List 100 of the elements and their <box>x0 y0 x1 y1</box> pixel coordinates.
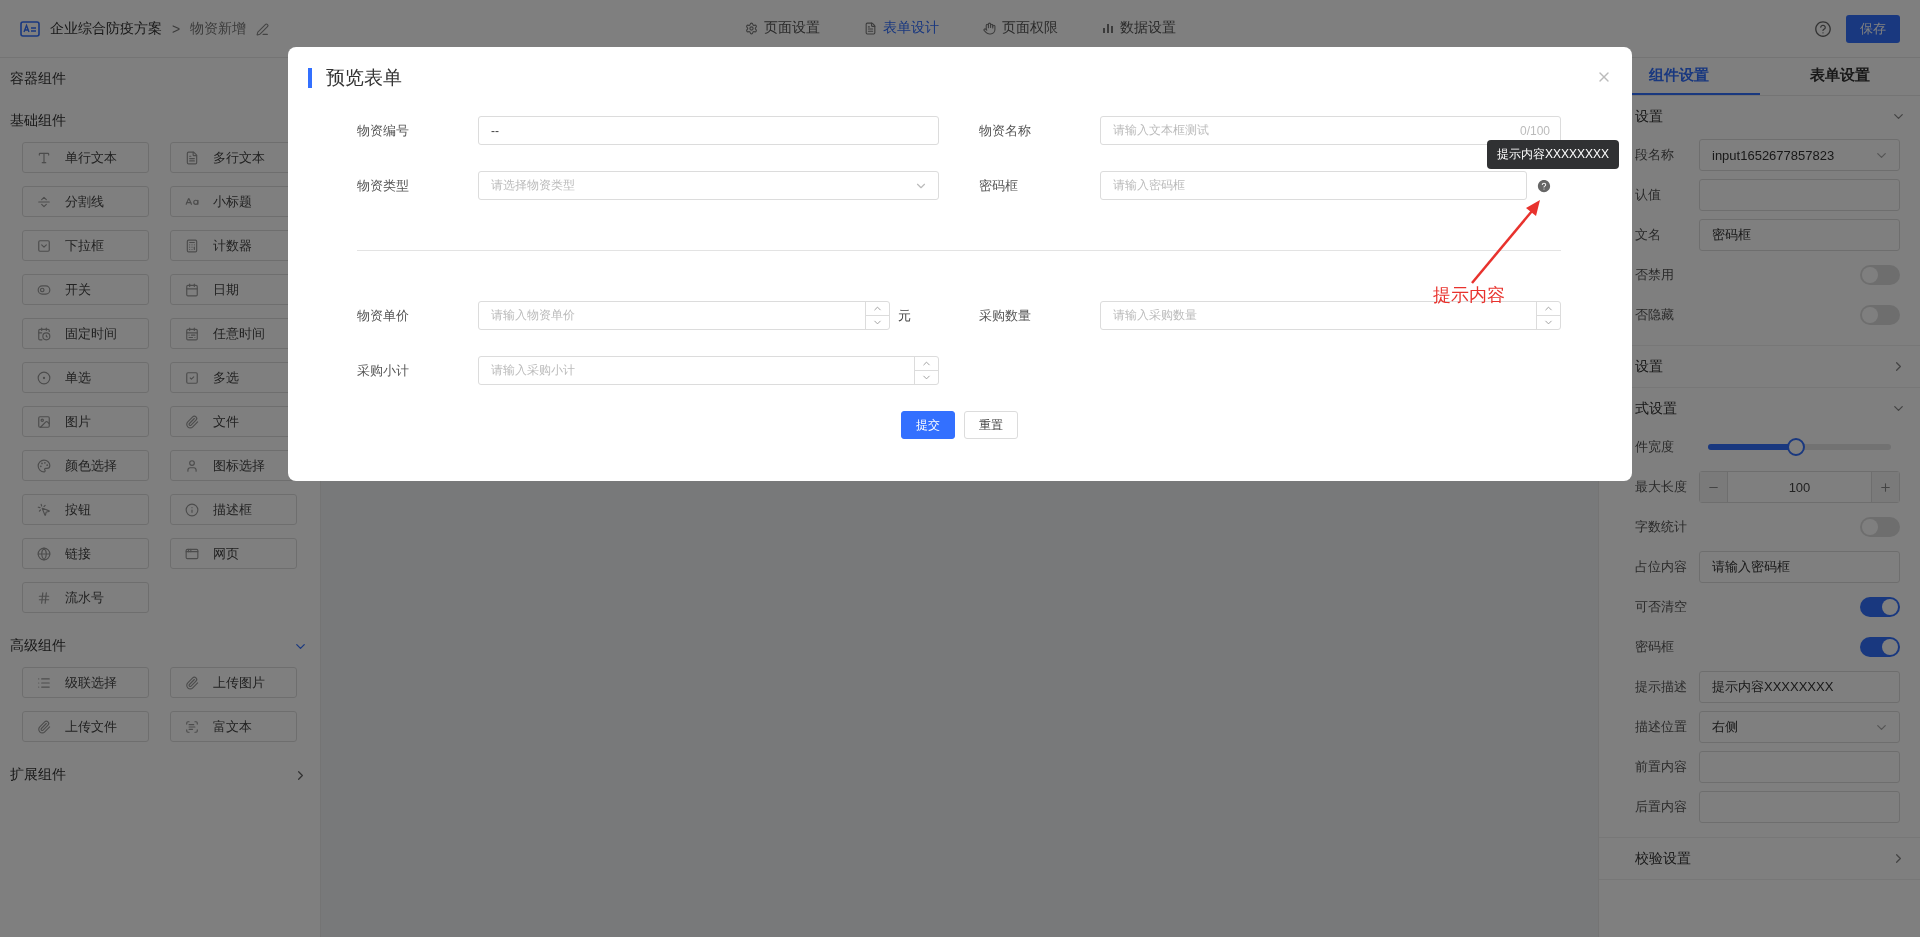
component-item[interactable]: 单行文本 <box>22 142 149 173</box>
panel-tab[interactable]: 表单设置 <box>1759 58 1920 95</box>
dialog-title: 预览表单 <box>326 66 402 90</box>
nav-tab[interactable]: 页面设置 <box>742 0 822 58</box>
input-field[interactable]: 提示内容XXXXXXXX <box>1699 671 1900 703</box>
hand-icon <box>982 21 996 35</box>
setting-label: 后置内容 <box>1634 798 1688 816</box>
list-icon <box>37 675 51 690</box>
image-icon <box>37 414 51 429</box>
window-icon <box>185 546 199 561</box>
settings-icon <box>744 21 758 35</box>
field-label: 物资单价 <box>357 306 410 325</box>
select-field[interactable]: 右侧 <box>1699 711 1900 743</box>
select-field[interactable]: input1652677857823 <box>1699 139 1900 171</box>
submit-button[interactable]: 提交 <box>900 411 955 439</box>
app-title: 企业综合防疫方案 <box>50 20 162 38</box>
setting-label: 前置内容 <box>1634 758 1688 776</box>
help-icon[interactable] <box>1814 20 1832 38</box>
dropdown-icon <box>37 238 51 253</box>
help-icon[interactable] <box>1537 178 1551 193</box>
setting-label: 密码框 <box>1634 638 1675 656</box>
input-field[interactable]: 密码框 <box>1699 219 1900 251</box>
section-title: 高级组件 <box>10 637 66 655</box>
unit-label: 元 <box>898 306 911 325</box>
bar-chart-icon <box>1101 22 1114 34</box>
app-logo-icon <box>20 21 40 37</box>
setting-label: 件宽度 <box>1634 438 1675 456</box>
page-title: 物资新增 <box>190 20 247 38</box>
setting-label: 可否清空 <box>1634 598 1688 616</box>
save-button[interactable]: 保存 <box>1846 15 1900 43</box>
field-label: 密码框 <box>979 176 1019 195</box>
component-item[interactable]: 描述框 <box>170 494 297 525</box>
setting-label: 最大长度 <box>1634 478 1688 496</box>
setting-label: 字数统计 <box>1634 518 1688 536</box>
component-item[interactable]: 分割线 <box>22 186 149 217</box>
component-item[interactable]: 上传图片 <box>170 667 297 698</box>
section-title: 设置 <box>1635 107 1663 126</box>
component-item[interactable]: 按钮 <box>22 494 149 525</box>
component-item[interactable]: 下拉框 <box>22 230 149 261</box>
section-title: 扩展组件 <box>10 766 66 784</box>
slider-thumb[interactable] <box>1786 438 1805 456</box>
field-label: 物资名称 <box>979 121 1032 140</box>
document-icon <box>863 21 877 35</box>
component-item[interactable]: 链接 <box>22 538 149 569</box>
component-item[interactable]: 级联选择 <box>22 667 149 698</box>
component-item[interactable]: 上传文件 <box>22 711 149 742</box>
info-icon <box>185 502 199 517</box>
setting-label: 文名 <box>1634 226 1662 244</box>
number-icon <box>37 590 51 605</box>
field-label: 采购数量 <box>979 306 1032 325</box>
reset-button[interactable]: 重置 <box>963 411 1018 439</box>
text-scan-icon <box>185 719 199 734</box>
paperclip-icon <box>185 675 199 690</box>
person-icon <box>185 458 199 473</box>
input-field[interactable]: 请输入密码框 <box>1699 551 1900 583</box>
calendar-icon <box>37 326 51 341</box>
toggle-switch[interactable] <box>1860 597 1900 617</box>
component-item[interactable]: 固定时间 <box>22 318 149 349</box>
nav-tab[interactable]: 数据设置 <box>1099 0 1178 58</box>
nav-tab[interactable]: 页面权限 <box>980 0 1060 58</box>
toggle-icon <box>37 282 51 297</box>
section-title: 校验设置 <box>1635 849 1691 868</box>
section-title: 设置 <box>1635 357 1663 376</box>
text-icon <box>37 150 51 165</box>
pointer-icon <box>37 502 51 517</box>
globe-icon <box>37 546 51 561</box>
number-stepper[interactable]: 100 <box>1699 471 1900 503</box>
calendar-icon <box>185 282 199 297</box>
setting-label: 描述位置 <box>1634 718 1688 736</box>
counter-icon <box>185 238 199 253</box>
setting-label: 否禁用 <box>1634 266 1675 284</box>
component-item[interactable]: 开关 <box>22 274 149 305</box>
field-label: 采购小计 <box>357 361 410 380</box>
checkbox-icon <box>185 370 199 385</box>
paperclip-icon <box>37 719 51 734</box>
input-field[interactable]: -- <box>478 116 939 145</box>
paperclip-icon <box>185 414 199 429</box>
component-item[interactable]: 单选 <box>22 362 149 393</box>
setting-label: 认值 <box>1634 186 1662 204</box>
palette-icon <box>37 458 51 473</box>
field-label: 物资编号 <box>357 121 410 140</box>
field-label: 物资类型 <box>357 176 410 195</box>
setting-label: 占位内容 <box>1634 558 1688 576</box>
component-item[interactable]: 网页 <box>170 538 297 569</box>
section-title: 容器组件 <box>10 70 66 88</box>
plus-icon[interactable] <box>1879 480 1892 494</box>
toggle-switch[interactable] <box>1860 637 1900 657</box>
edit-icon[interactable] <box>256 22 270 36</box>
section-title: 基础组件 <box>10 112 66 130</box>
calendar-icon <box>185 326 199 341</box>
component-item[interactable]: 流水号 <box>22 582 149 613</box>
separator-icon <box>37 194 51 209</box>
breadcrumb-separator: > <box>172 21 181 37</box>
component-item[interactable]: 颜色选择 <box>22 450 149 481</box>
tooltip: 提示内容XXXXXXXX <box>1486 140 1619 169</box>
component-item[interactable]: 富文本 <box>170 711 297 742</box>
paragraph-icon <box>185 150 199 165</box>
radio-icon <box>37 370 51 385</box>
section-title: 式设置 <box>1635 399 1677 418</box>
component-item[interactable]: 图片 <box>22 406 149 437</box>
